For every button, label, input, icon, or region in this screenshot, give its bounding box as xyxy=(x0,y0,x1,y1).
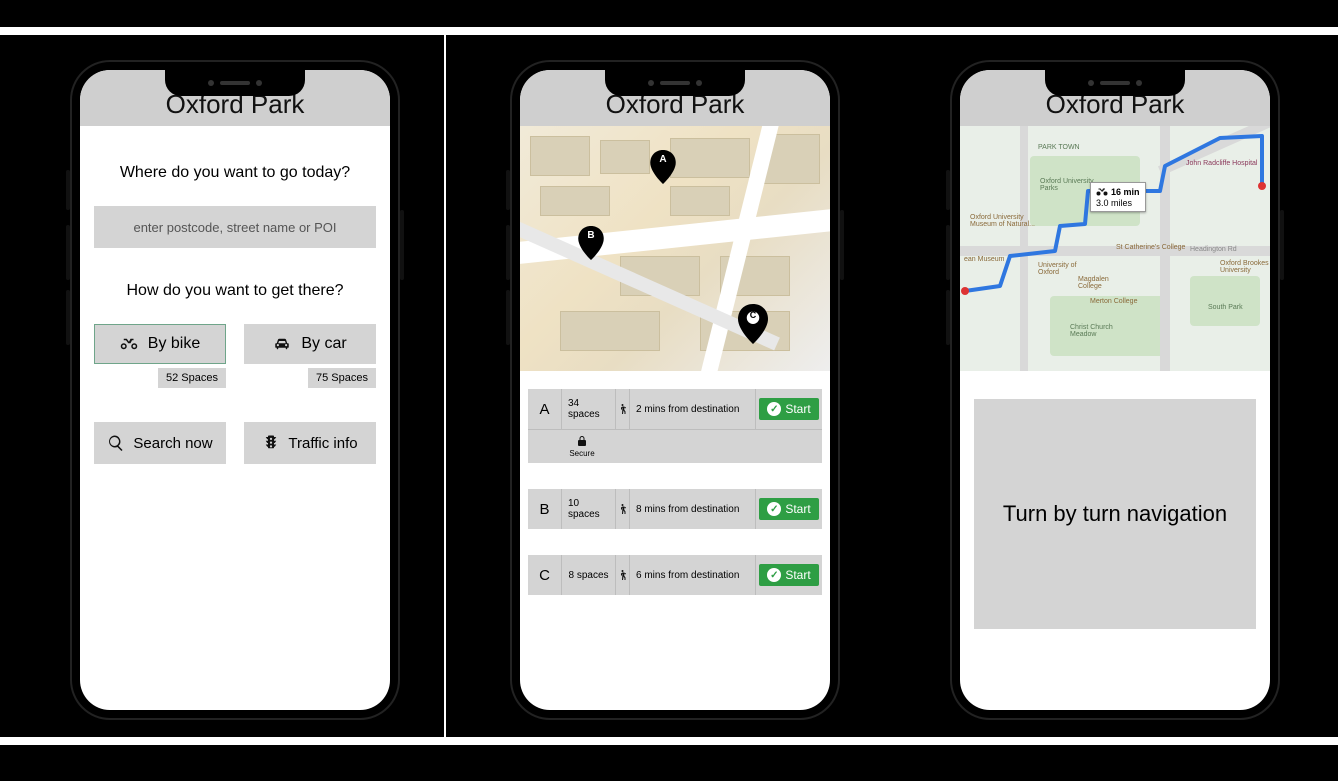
result-row-c[interactable]: C 8 spaces 6 mins from destination ✓ Sta… xyxy=(528,555,822,595)
search-now-button[interactable]: Search now xyxy=(94,422,226,464)
check-icon: ✓ xyxy=(767,568,781,582)
mode-car-label: By car xyxy=(301,335,346,353)
bike-spaces-badge: 52 Spaces xyxy=(158,368,226,388)
walk-icon xyxy=(617,503,629,515)
result-row-b[interactable]: B 10 spaces 8 mins from destination ✓ St… xyxy=(528,489,822,529)
map-label: St Catherine's College xyxy=(1116,244,1186,251)
result-id: A xyxy=(528,389,562,429)
turn-by-turn-panel: Turn by turn navigation xyxy=(974,399,1256,629)
route-info-box: 16 min 3.0 miles xyxy=(1090,182,1146,212)
prompt-mode: How do you want to get there? xyxy=(94,282,376,300)
map-pin-c[interactable]: C xyxy=(738,304,768,344)
map-label: South Park xyxy=(1208,304,1243,311)
mode-bike-button[interactable]: By bike xyxy=(94,324,226,364)
map-label: University of Oxford xyxy=(1038,262,1088,276)
traffic-icon xyxy=(262,434,280,452)
route-distance: 3.0 miles xyxy=(1096,198,1140,208)
secure-label: Secure xyxy=(569,449,594,458)
start-button-b[interactable]: ✓ Start xyxy=(759,498,818,520)
result-spaces: 10 spaces xyxy=(562,489,616,529)
map-label: John Radcliffe Hospital xyxy=(1186,160,1266,167)
check-icon: ✓ xyxy=(767,502,781,516)
map-pin-b[interactable]: B xyxy=(578,226,604,260)
map-pin-a[interactable]: A xyxy=(650,150,676,184)
result-spaces: 8 spaces xyxy=(562,555,616,595)
result-id: B xyxy=(528,489,562,529)
route-time: 16 min xyxy=(1111,187,1140,197)
result-row-a-extra: A Secure xyxy=(528,429,822,463)
walk-icon xyxy=(617,403,629,415)
result-distance: 2 mins from destination xyxy=(630,389,756,429)
phone-mockup-navigation: Oxford Park PARK TOWN Oxford University … xyxy=(950,60,1280,720)
phone-mockup-search: Oxford Park Where do you want to go toda… xyxy=(70,60,400,720)
map-label: Magdalen College xyxy=(1078,276,1128,290)
bike-icon xyxy=(120,335,138,353)
phone-mockup-results: Oxford Park A B C xyxy=(510,60,840,720)
check-icon: ✓ xyxy=(767,402,781,416)
car-icon xyxy=(273,335,291,353)
navigation-map[interactable]: PARK TOWN Oxford University Parks Oxford… xyxy=(960,126,1270,371)
car-spaces-badge: 75 Spaces xyxy=(308,368,376,388)
result-id: C xyxy=(528,555,562,595)
search-now-label: Search now xyxy=(133,435,212,452)
map-label: Oxford Brookes University xyxy=(1220,260,1270,274)
map-label: PARK TOWN xyxy=(1038,144,1080,151)
mode-car-button[interactable]: By car xyxy=(244,324,376,364)
traffic-info-label: Traffic info xyxy=(288,435,357,452)
map-label: Headington Rd xyxy=(1190,246,1237,253)
lock-icon xyxy=(576,435,588,447)
bike-icon xyxy=(1096,186,1108,198)
walk-icon xyxy=(617,569,629,581)
start-button-a[interactable]: ✓ Start xyxy=(759,398,818,420)
mode-bike-label: By bike xyxy=(148,335,200,353)
map-label: Christ Church Meadow xyxy=(1070,324,1130,338)
result-spaces: 34 spaces xyxy=(562,389,616,429)
search-icon xyxy=(107,434,125,452)
result-distance: 8 mins from destination xyxy=(630,489,756,529)
result-distance: 6 mins from destination xyxy=(630,555,756,595)
destination-input[interactable]: enter postcode, street name or POI xyxy=(94,206,376,248)
map-label: ean Museum xyxy=(964,256,1004,263)
prompt-destination: Where do you want to go today? xyxy=(94,164,376,182)
map-label: Merton College xyxy=(1090,298,1150,305)
results-map[interactable]: A B C xyxy=(520,126,830,371)
map-label: Oxford University Museum of Natural... xyxy=(970,214,1040,228)
start-button-c[interactable]: ✓ Start xyxy=(759,564,818,586)
traffic-info-button[interactable]: Traffic info xyxy=(244,422,376,464)
result-row-a[interactable]: A 34 spaces 2 mins from destination ✓ St… xyxy=(528,389,822,429)
